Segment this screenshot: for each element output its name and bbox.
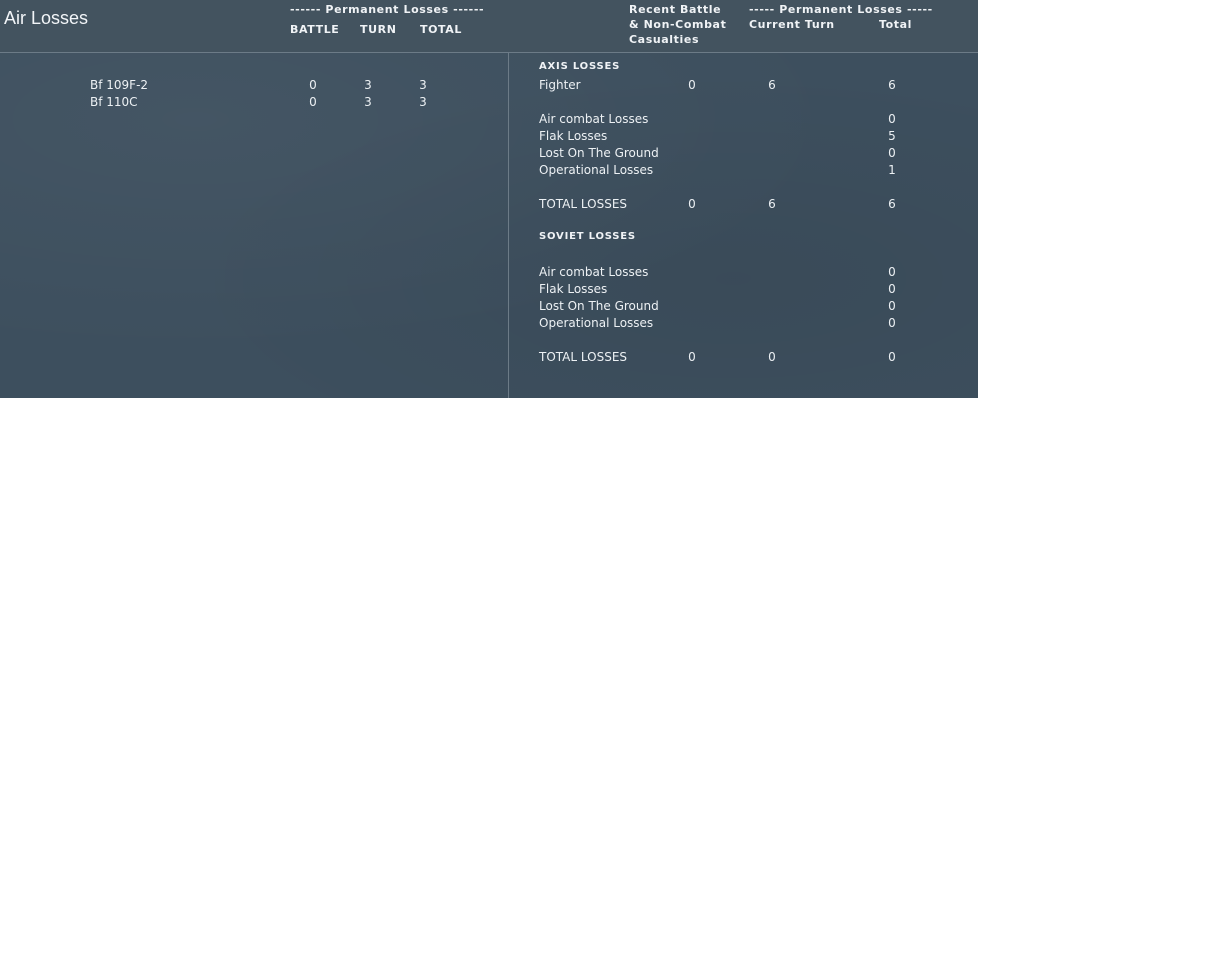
- soviet-breakdown-label: Flak Losses: [539, 282, 608, 296]
- soviet-total-turn: 0: [768, 350, 776, 364]
- axis-total-label: TOTAL LOSSES: [539, 197, 628, 211]
- axis-breakdown-label: Lost On The Ground: [539, 146, 659, 160]
- left-permanent-losses-label: ------ Permanent Losses ------: [290, 3, 485, 16]
- soviet-breakdown-label: Operational Losses: [539, 316, 654, 330]
- recent-battle-label-line3: Casualties: [629, 33, 700, 46]
- axis-fighter-total: 6: [888, 78, 896, 92]
- soviet-breakdown-total: 0: [888, 282, 896, 296]
- axis-breakdown-label: Flak Losses: [539, 129, 608, 143]
- page-title: Air Losses: [4, 8, 89, 28]
- aircraft-turn: 3: [364, 78, 372, 92]
- axis-fighter-recent: 0: [688, 78, 696, 92]
- col-header-total: TOTAL: [420, 23, 463, 36]
- axis-breakdown-total: 0: [888, 112, 896, 126]
- axis-fighter-label: Fighter: [539, 78, 581, 92]
- soviet-breakdown-total: 0: [888, 265, 896, 279]
- col-header-turn: TURN: [360, 23, 397, 36]
- soviet-breakdown-label: Lost On The Ground: [539, 299, 659, 313]
- axis-fighter-turn: 6: [768, 78, 776, 92]
- axis-losses-heading: AXIS LOSSES: [539, 61, 621, 72]
- aircraft-name: Bf 110C: [90, 95, 138, 109]
- recent-battle-label-line1: Recent Battle: [629, 3, 722, 16]
- soviet-losses-heading: SOVIET LOSSES: [539, 231, 636, 242]
- axis-breakdown-total: 5: [888, 129, 896, 143]
- axis-total-total: 6: [888, 197, 896, 211]
- recent-battle-label-line2: & Non-Combat: [629, 18, 727, 31]
- soviet-total-label: TOTAL LOSSES: [539, 350, 628, 364]
- soviet-breakdown-total: 0: [888, 316, 896, 330]
- air-losses-panel: Air Losses ------ Permanent Losses -----…: [0, 0, 978, 398]
- axis-total-recent: 0: [688, 197, 696, 211]
- axis-breakdown-total: 1: [888, 163, 896, 177]
- soviet-breakdown-total: 0: [888, 299, 896, 313]
- right-permanent-losses-label: ----- Permanent Losses -----: [749, 3, 933, 16]
- aircraft-battle: 0: [309, 78, 317, 92]
- col-header-battle: BATTLE: [290, 23, 340, 36]
- col-header-right-total: Total: [879, 18, 913, 31]
- col-header-current-turn: Current Turn: [749, 18, 835, 31]
- soviet-total-recent: 0: [688, 350, 696, 364]
- axis-breakdown-label: Air combat Losses: [539, 112, 649, 126]
- soviet-total-total: 0: [888, 350, 896, 364]
- aircraft-total: 3: [419, 95, 427, 109]
- axis-breakdown-label: Operational Losses: [539, 163, 654, 177]
- soviet-breakdown-label: Air combat Losses: [539, 265, 649, 279]
- aircraft-name: Bf 109F-2: [90, 78, 149, 92]
- aircraft-total: 3: [419, 78, 427, 92]
- axis-breakdown-total: 0: [888, 146, 896, 160]
- aircraft-battle: 0: [309, 95, 317, 109]
- aircraft-turn: 3: [364, 95, 372, 109]
- axis-total-turn: 6: [768, 197, 776, 211]
- vertical-divider: [508, 53, 509, 398]
